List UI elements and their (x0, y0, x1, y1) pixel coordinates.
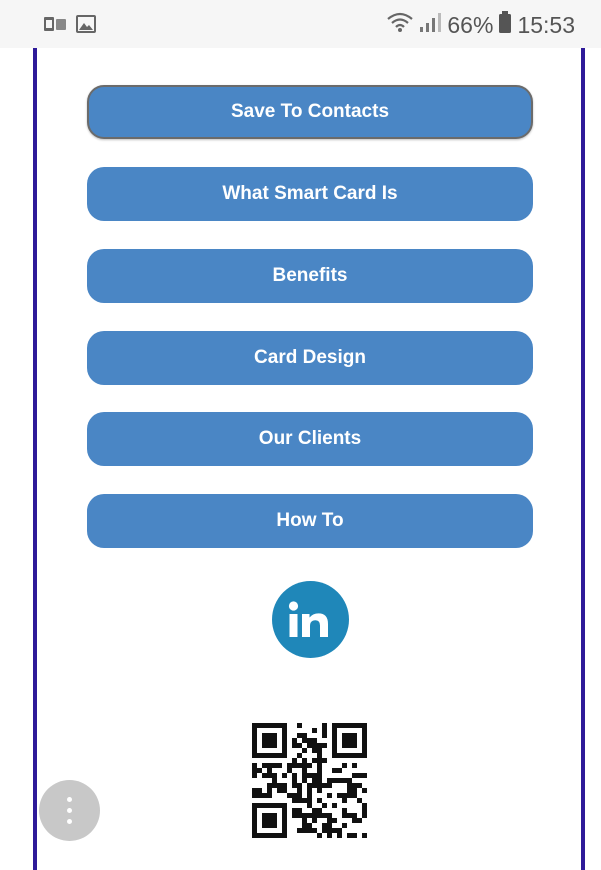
frame-border-right (581, 48, 585, 870)
linkedin-icon[interactable] (272, 581, 349, 658)
clock: 15:53 (517, 11, 575, 38)
image-icon (76, 15, 96, 38)
signal-icon (419, 11, 442, 39)
save-to-contacts-button[interactable]: Save To Contacts (87, 85, 533, 139)
sim-card-icon (44, 16, 66, 37)
how-to-button[interactable]: How To (87, 494, 533, 548)
wifi-icon (387, 11, 414, 39)
status-right: 66% 15:53 (387, 10, 575, 40)
battery-percent: 66% (447, 11, 494, 38)
card-design-button[interactable]: Card Design (87, 331, 533, 385)
battery-icon (499, 11, 512, 39)
status-bar: 66% 15:53 (0, 0, 601, 48)
status-left-icons (44, 15, 96, 38)
benefits-button[interactable]: Benefits (87, 249, 533, 303)
our-clients-button[interactable]: Our Clients (87, 412, 533, 466)
what-smart-card-is-button[interactable]: What Smart Card Is (87, 167, 533, 221)
more-options-button[interactable] (39, 780, 100, 841)
frame-border-left (33, 48, 37, 870)
qr-code-icon (252, 723, 367, 838)
